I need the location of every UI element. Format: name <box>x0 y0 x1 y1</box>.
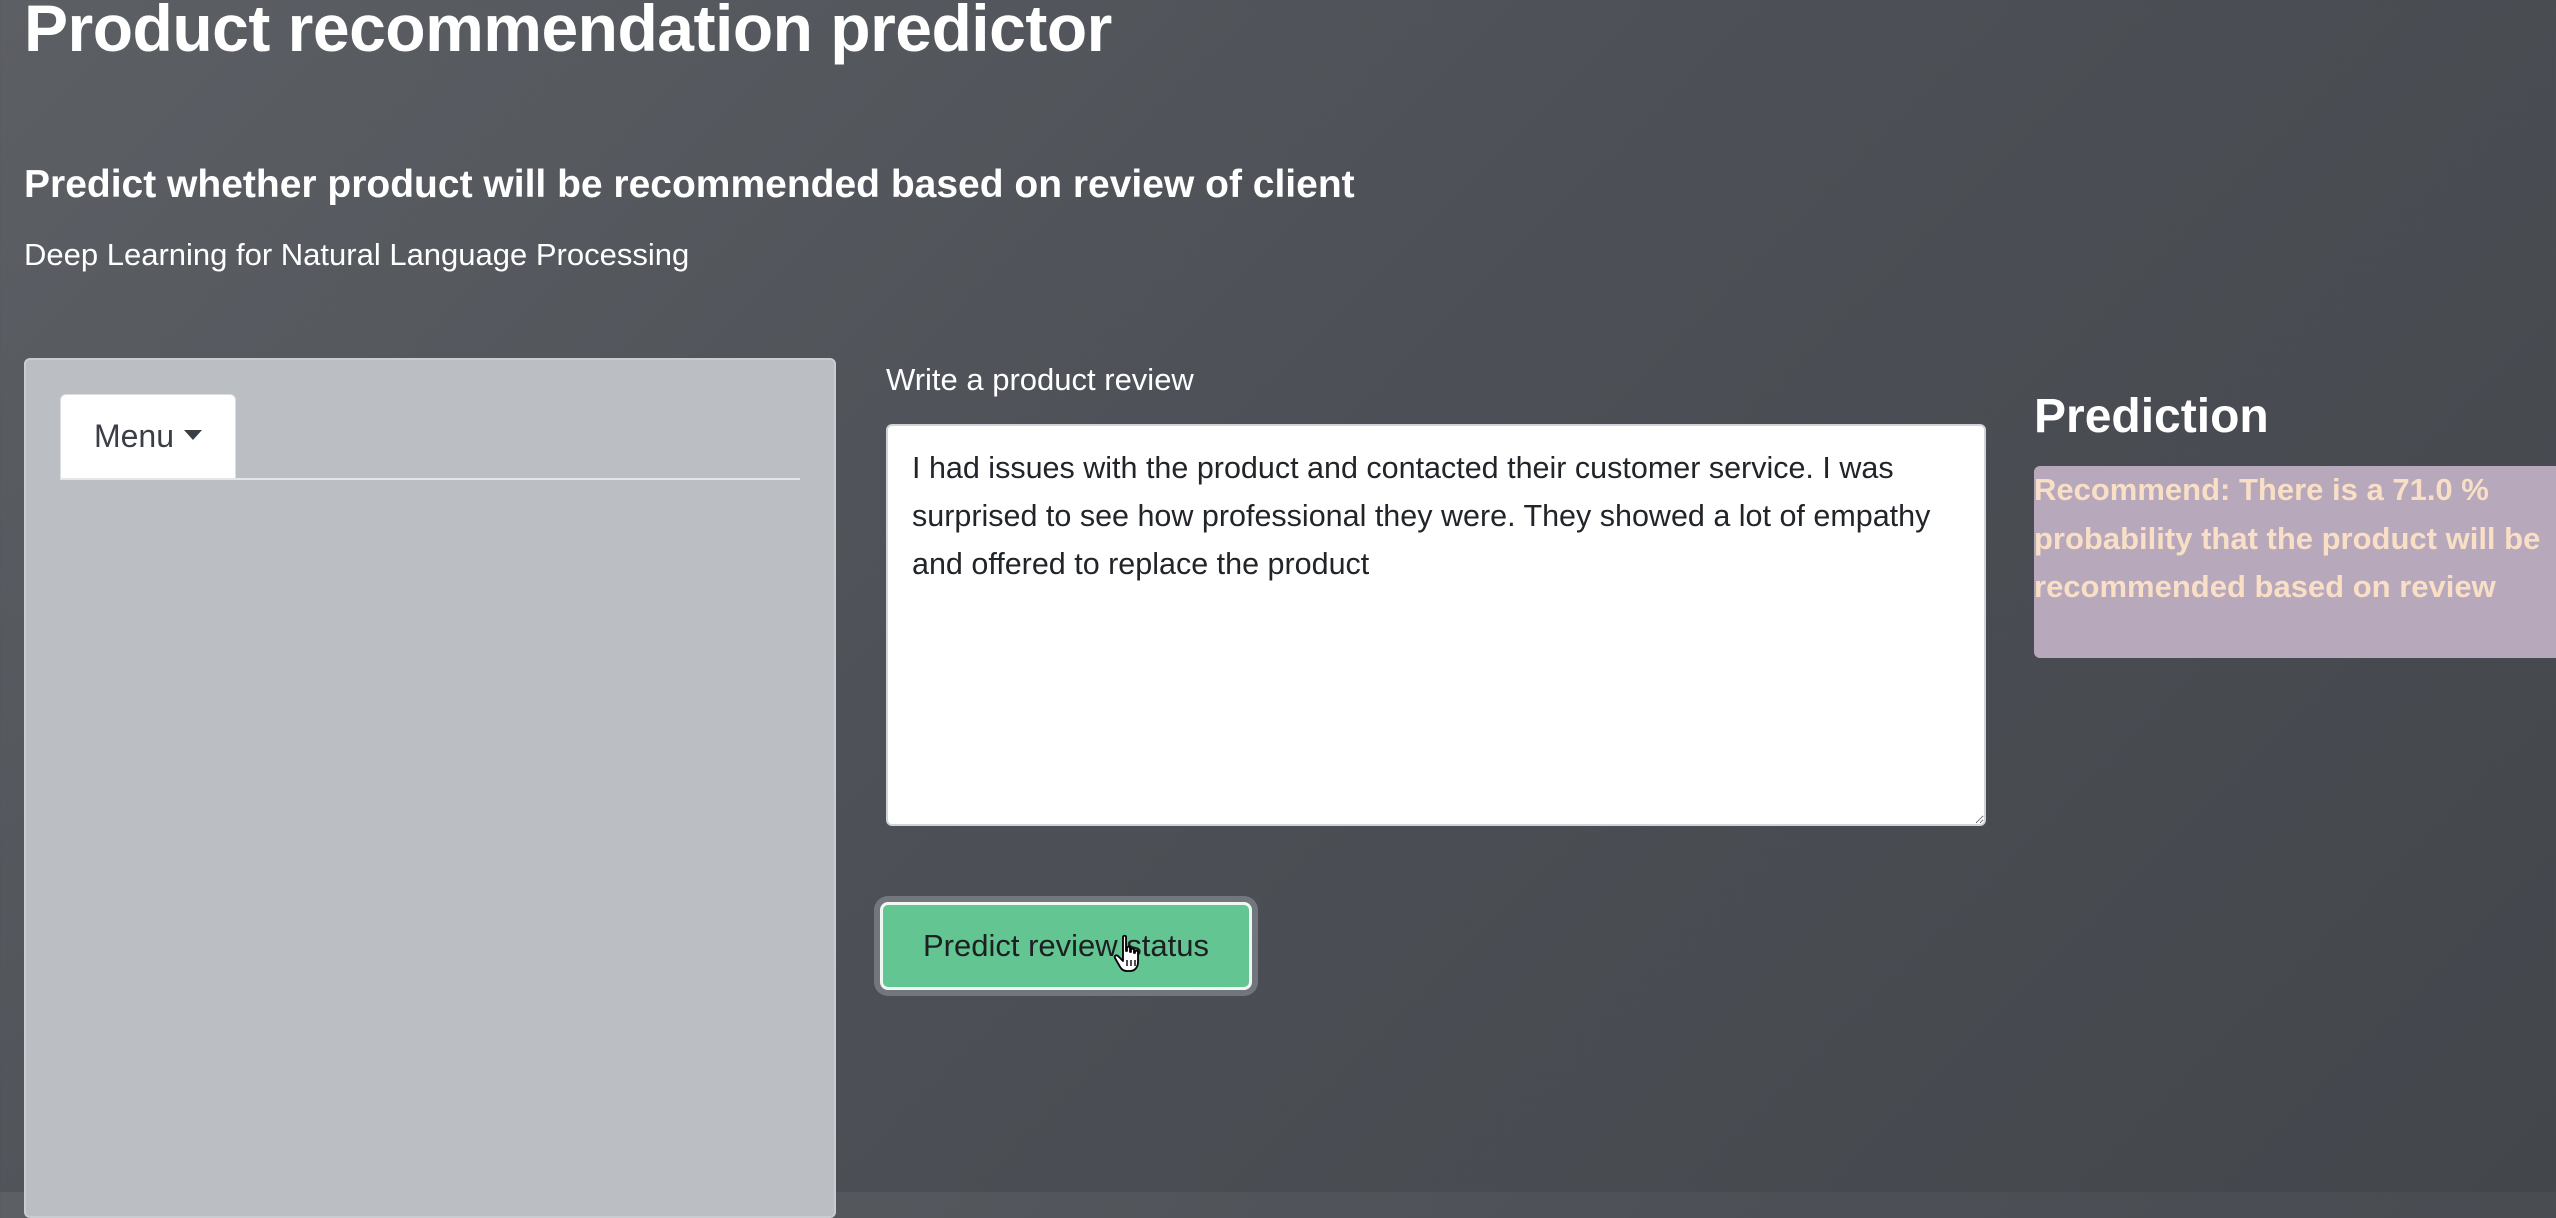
review-textarea[interactable]: I had issues with the product and contac… <box>886 424 1986 826</box>
predict-button[interactable]: Predict review status <box>880 902 1252 990</box>
page-title: Product recommendation predictor <box>24 0 1112 65</box>
sidebar: Menu <box>24 358 836 1218</box>
menu-label: Menu <box>93 418 175 454</box>
caret-down-icon <box>184 429 203 440</box>
prediction-heading: Prediction <box>2034 390 2269 443</box>
page-subtitle: Predict whether product will be recommen… <box>24 163 1355 206</box>
page-tagline: Deep Learning for Natural Language Proce… <box>24 237 690 272</box>
sidebar-tabs: Menu <box>60 394 800 480</box>
menu-dropdown-tab[interactable]: Menu <box>60 394 236 478</box>
review-label: Write a product review <box>886 362 1194 397</box>
prediction-result: Recommend: There is a 71.0 % probability… <box>2034 466 2556 658</box>
